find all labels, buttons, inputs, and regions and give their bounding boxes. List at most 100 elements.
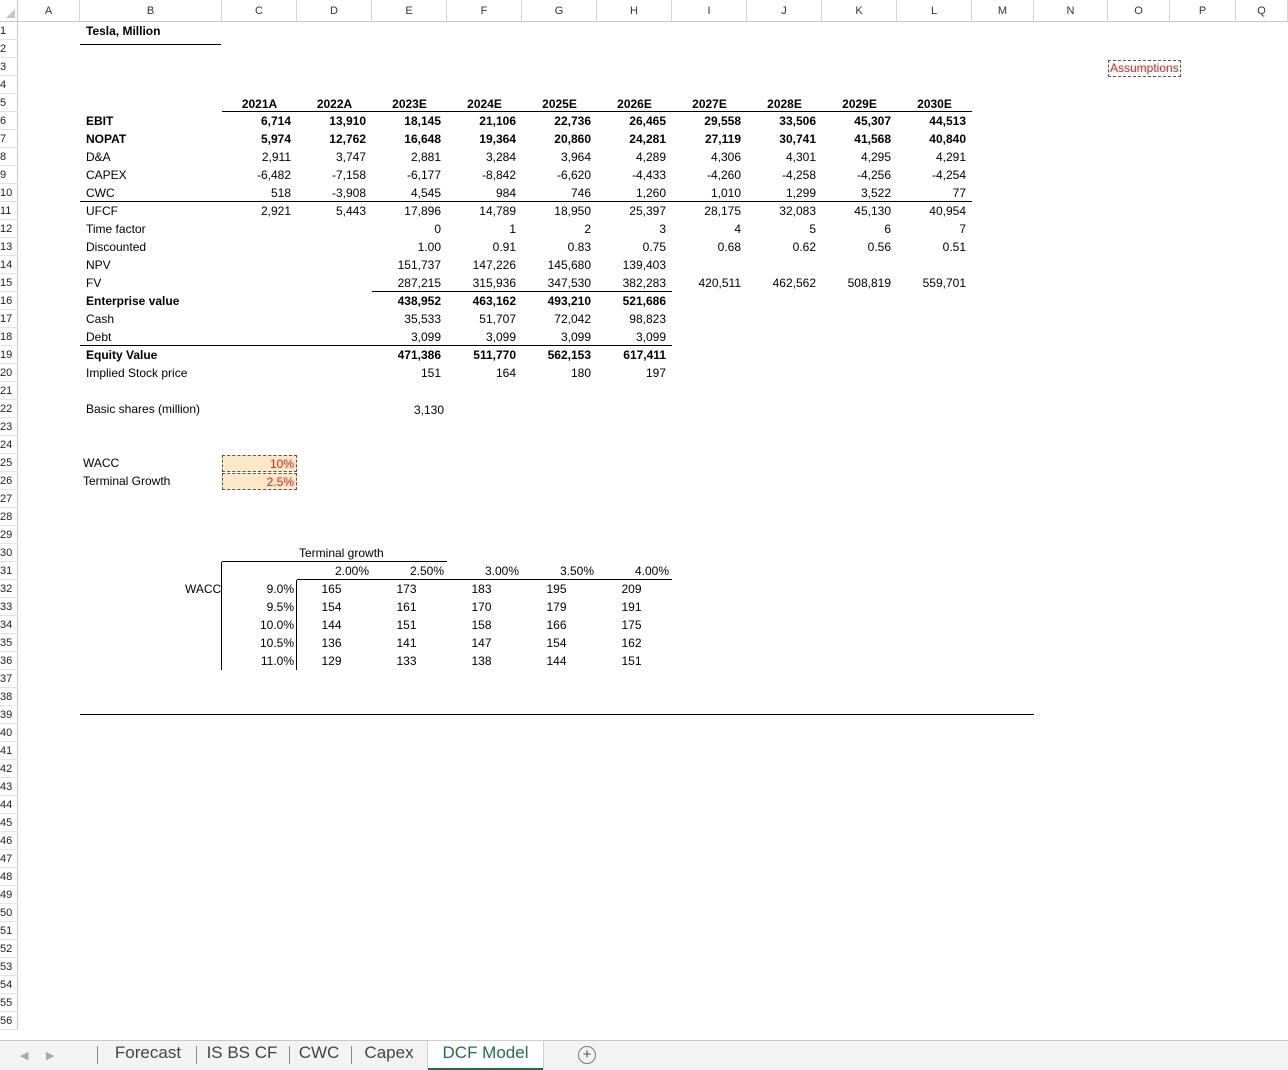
table-cell[interactable]: 164 xyxy=(447,364,516,382)
row-header-47[interactable]: 47 xyxy=(0,850,18,868)
row-header-39[interactable]: 39 xyxy=(0,706,18,724)
table-cell[interactable]: 139,403 xyxy=(597,256,666,274)
sensitivity-cell[interactable]: 154 xyxy=(522,634,591,652)
row-header-3[interactable]: 3 xyxy=(0,58,18,76)
sensitivity-cell[interactable]: 166 xyxy=(522,616,591,634)
table-cell[interactable]: 32,083 xyxy=(747,202,816,220)
table-cell[interactable]: 7 xyxy=(897,220,966,238)
column-header-l[interactable]: L xyxy=(897,0,972,22)
table-cell[interactable]: 180 xyxy=(522,364,591,382)
table-cell[interactable]: 315,936 xyxy=(447,274,516,292)
table-cell[interactable]: -7,158 xyxy=(297,166,366,184)
sensitivity-cell[interactable]: 209 xyxy=(597,580,666,598)
sensitivity-cell[interactable]: 165 xyxy=(297,580,366,598)
column-header-h[interactable]: H xyxy=(597,0,672,22)
sensitivity-cell[interactable]: 173 xyxy=(372,580,441,598)
table-cell[interactable]: 45,307 xyxy=(822,112,891,130)
table-cell[interactable]: 2,911 xyxy=(222,148,291,166)
assumptions-label[interactable]: Assumptions xyxy=(1108,60,1181,77)
row-header-56[interactable]: 56 xyxy=(0,1012,18,1030)
table-cell[interactable]: 29,558 xyxy=(672,112,741,130)
next-sheet-icon[interactable]: ▶ xyxy=(46,1049,54,1062)
row-header-49[interactable]: 49 xyxy=(0,886,18,904)
table-cell[interactable]: 3,284 xyxy=(447,148,516,166)
row-header-54[interactable]: 54 xyxy=(0,976,18,994)
column-header-q[interactable]: Q xyxy=(1236,0,1288,22)
row-header-50[interactable]: 50 xyxy=(0,904,18,922)
table-cell[interactable]: 4,301 xyxy=(747,148,816,166)
row-header-6[interactable]: 6 xyxy=(0,112,18,130)
table-cell[interactable]: 3,099 xyxy=(522,328,591,346)
table-cell[interactable]: 197 xyxy=(597,364,666,382)
table-cell[interactable]: 984 xyxy=(447,184,516,202)
column-header-d[interactable]: D xyxy=(297,0,372,22)
table-cell[interactable]: 98,823 xyxy=(597,310,666,328)
row-header-40[interactable]: 40 xyxy=(0,724,18,742)
table-cell[interactable]: 21,106 xyxy=(447,112,516,130)
column-header-a[interactable]: A xyxy=(18,0,80,22)
row-header-43[interactable]: 43 xyxy=(0,778,18,796)
table-cell[interactable]: 16,648 xyxy=(372,130,441,148)
table-cell[interactable]: 24,281 xyxy=(597,130,666,148)
table-cell[interactable]: -6,177 xyxy=(372,166,441,184)
table-cell[interactable]: 559,701 xyxy=(897,274,966,292)
sensitivity-cell[interactable]: 151 xyxy=(597,652,666,670)
row-header-46[interactable]: 46 xyxy=(0,832,18,850)
basic-shares-value[interactable]: 3,130 xyxy=(372,401,444,419)
row-header-21[interactable]: 21 xyxy=(0,382,18,400)
table-cell[interactable]: 14,789 xyxy=(447,202,516,220)
sensitivity-cell[interactable]: 158 xyxy=(447,616,516,634)
table-cell[interactable]: -4,260 xyxy=(672,166,741,184)
row-header-11[interactable]: 11 xyxy=(0,202,18,220)
row-header-27[interactable]: 27 xyxy=(0,490,18,508)
column-header-m[interactable]: M xyxy=(972,0,1034,22)
row-header-12[interactable]: 12 xyxy=(0,220,18,238)
table-cell[interactable]: 72,042 xyxy=(522,310,591,328)
table-cell[interactable]: 1,010 xyxy=(672,184,741,202)
table-cell[interactable]: 4,306 xyxy=(672,148,741,166)
table-cell[interactable]: 28,175 xyxy=(672,202,741,220)
sensitivity-cell[interactable]: 136 xyxy=(297,634,366,652)
table-cell[interactable]: 5,443 xyxy=(297,202,366,220)
row-header-8[interactable]: 8 xyxy=(0,148,18,166)
row-header-51[interactable]: 51 xyxy=(0,922,18,940)
table-cell[interactable]: 27,119 xyxy=(672,130,741,148)
table-cell[interactable]: -4,433 xyxy=(597,166,666,184)
sensitivity-cell[interactable]: 144 xyxy=(522,652,591,670)
column-header-p[interactable]: P xyxy=(1170,0,1236,22)
sensitivity-cell[interactable]: 147 xyxy=(447,634,516,652)
sensitivity-cell[interactable]: 133 xyxy=(372,652,441,670)
table-cell[interactable]: -3,908 xyxy=(297,184,366,202)
wacc-input[interactable]: 10% xyxy=(222,455,297,472)
sensitivity-cell[interactable]: 191 xyxy=(597,598,666,616)
sheet-tab-cwc[interactable]: CWC xyxy=(291,1041,347,1070)
table-cell[interactable]: 2,921 xyxy=(222,202,291,220)
table-cell[interactable]: 4,291 xyxy=(897,148,966,166)
row-header-1[interactable]: 1 xyxy=(0,22,18,40)
row-header-9[interactable]: 9 xyxy=(0,166,18,184)
table-cell[interactable]: 0.91 xyxy=(447,238,516,256)
table-cell[interactable]: 33,506 xyxy=(747,112,816,130)
row-header-10[interactable]: 10 xyxy=(0,184,18,202)
column-header-g[interactable]: G xyxy=(522,0,597,22)
row-header-16[interactable]: 16 xyxy=(0,292,18,310)
table-cell[interactable]: -8,842 xyxy=(447,166,516,184)
sensitivity-cell[interactable]: 183 xyxy=(447,580,516,598)
table-cell[interactable]: 18,950 xyxy=(522,202,591,220)
table-cell[interactable]: 1.00 xyxy=(372,238,441,256)
row-header-48[interactable]: 48 xyxy=(0,868,18,886)
table-cell[interactable]: 1,260 xyxy=(597,184,666,202)
sheet-tab-capex[interactable]: Capex xyxy=(356,1041,422,1070)
table-cell[interactable]: 0.62 xyxy=(747,238,816,256)
row-header-17[interactable]: 17 xyxy=(0,310,18,328)
table-cell[interactable]: 493,210 xyxy=(522,292,591,310)
table-cell[interactable]: -6,482 xyxy=(222,166,291,184)
table-cell[interactable]: 3,099 xyxy=(597,328,666,346)
table-cell[interactable]: 18,145 xyxy=(372,112,441,130)
table-cell[interactable]: 44,513 xyxy=(897,112,966,130)
sensitivity-cell[interactable]: 129 xyxy=(297,652,366,670)
prev-sheet-icon[interactable]: ◀ xyxy=(20,1049,28,1062)
table-cell[interactable]: 347,530 xyxy=(522,274,591,292)
table-cell[interactable]: -4,258 xyxy=(747,166,816,184)
table-cell[interactable]: 151 xyxy=(372,364,441,382)
